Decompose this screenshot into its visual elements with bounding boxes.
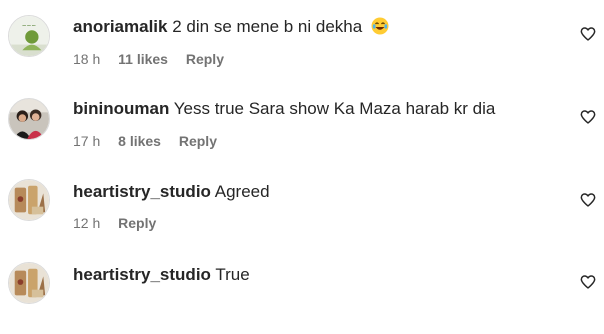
comment-text: 2 din se mene b ni dekha [172, 17, 363, 36]
likes-count[interactable]: 8 likes [118, 133, 161, 149]
comment-timestamp: 17 h [73, 133, 101, 149]
comment-item: ~~~ anoriamalik 2 din se mene b ni dekha… [0, 0, 604, 84]
comment-text: Agreed [214, 182, 270, 201]
heart-outline-icon[interactable] [580, 26, 596, 42]
avatar[interactable]: ~~~ [8, 15, 50, 57]
reply-button[interactable]: Reply [186, 51, 224, 67]
comment-item: heartistry_studio True [0, 250, 604, 334]
likes-count[interactable]: 11 likes [118, 51, 168, 67]
comment-timestamp: 18 h [73, 51, 101, 67]
comment-timestamp: 12 h [73, 215, 101, 231]
heart-outline-icon[interactable] [580, 274, 596, 290]
avatar[interactable] [8, 179, 50, 221]
svg-text:~~~: ~~~ [22, 23, 37, 29]
heart-outline-icon[interactable] [580, 109, 596, 125]
avatar[interactable] [8, 262, 50, 304]
comment-text: Yess true Sara show Ka Maza harab kr dia [173, 99, 496, 118]
comment-username[interactable]: heartistry_studio [73, 265, 211, 284]
avatar[interactable] [8, 98, 50, 140]
comment-item: heartistry_studio Agreed 12 h Reply [0, 166, 604, 250]
heart-outline-icon[interactable] [580, 192, 596, 208]
comment-text: True [215, 265, 250, 284]
face-with-tears-of-joy-icon [371, 17, 389, 35]
comment-item: bininouman Yess true Sara show Ka Maza h… [0, 84, 604, 168]
comment-username[interactable]: bininouman [73, 99, 169, 118]
reply-button[interactable]: Reply [179, 133, 217, 149]
reply-button[interactable]: Reply [118, 215, 156, 231]
comment-username[interactable]: anoriamalik [73, 17, 168, 36]
comment-username[interactable]: heartistry_studio [73, 182, 211, 201]
